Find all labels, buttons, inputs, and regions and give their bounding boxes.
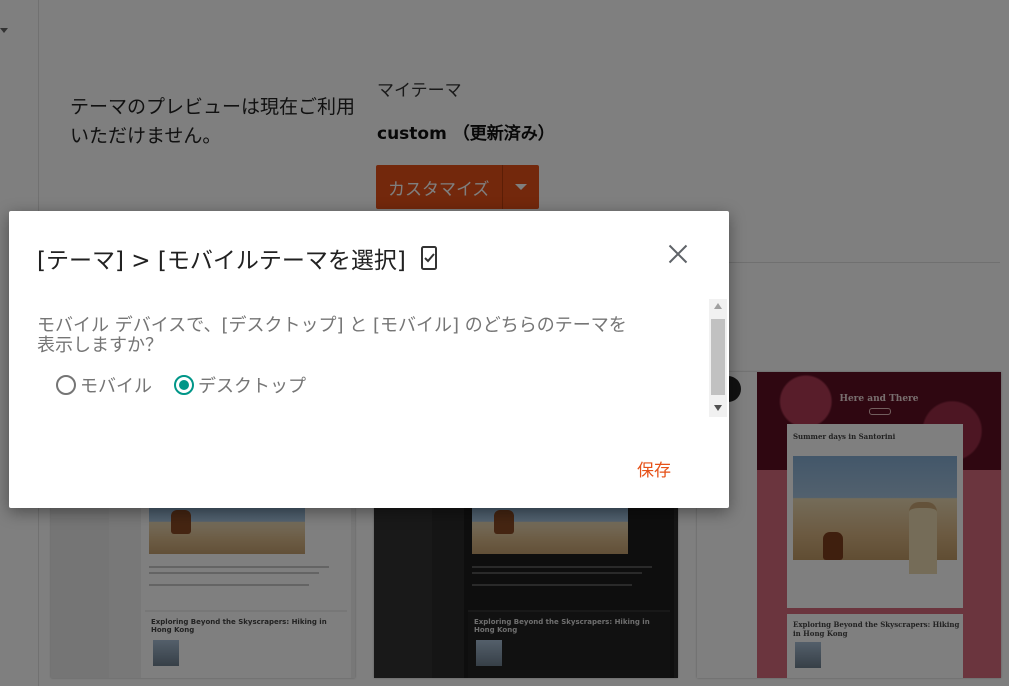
- close-icon[interactable]: [665, 241, 691, 267]
- dialog-title-text: [テーマ] > [モバイルテーマを選択]: [37, 248, 406, 274]
- save-button[interactable]: 保存: [637, 456, 671, 481]
- radio-mobile[interactable]: モバイル: [56, 372, 152, 398]
- scrollbar[interactable]: [709, 299, 727, 417]
- radio-button[interactable]: [56, 375, 76, 395]
- dialog-question: モバイル デバイスで、[デスクトップ] と [モバイル] のどちらのテーマを表示…: [37, 315, 627, 356]
- theme-radio-group: モバイル デスクトップ: [56, 372, 306, 398]
- dialog-title: [テーマ] > [モバイルテーマを選択]: [37, 241, 440, 275]
- radio-label: デスクトップ: [198, 376, 306, 397]
- radio-desktop[interactable]: デスクトップ: [174, 372, 306, 398]
- scroll-up-arrow-icon[interactable]: [714, 303, 722, 309]
- radio-button[interactable]: [174, 375, 194, 395]
- scrollbar-thumb[interactable]: [711, 319, 725, 395]
- mobile-device-icon[interactable]: [418, 245, 440, 271]
- mobile-theme-dialog: [テーマ] > [モバイルテーマを選択] モバイル デバイスで、[デスクトップ]…: [9, 211, 729, 508]
- scroll-down-arrow-icon[interactable]: [714, 405, 722, 411]
- radio-label: モバイル: [80, 376, 152, 397]
